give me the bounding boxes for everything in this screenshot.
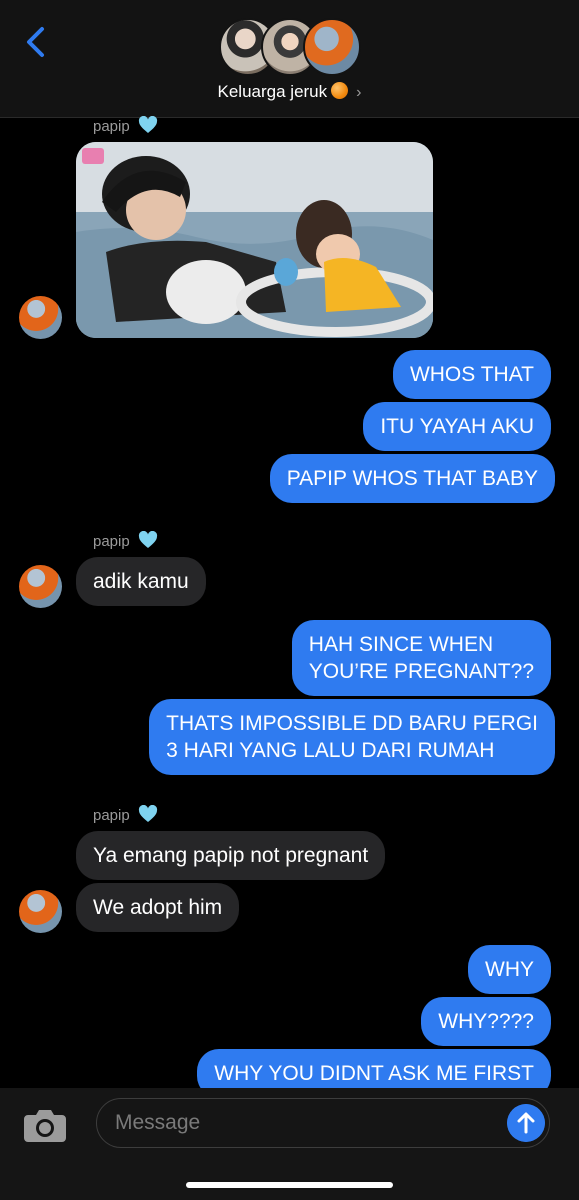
message-line: THATS IMPOSSIBLE DD BARU PERGI bbox=[166, 712, 538, 735]
group-avatar bbox=[303, 18, 361, 76]
sender-name: papip bbox=[93, 118, 130, 135]
camera-icon[interactable] bbox=[22, 1105, 68, 1145]
outgoing-message[interactable]: WHOS THAT bbox=[392, 350, 551, 399]
chevron-right-icon: › bbox=[356, 84, 362, 101]
conversation-header: Keluarga jeruk › bbox=[0, 0, 579, 118]
blue-heart-icon bbox=[138, 116, 157, 133]
home-indicator[interactable] bbox=[186, 1182, 393, 1188]
sender-name: papip bbox=[93, 807, 130, 824]
sender-label: papip bbox=[93, 805, 158, 824]
sender-avatar[interactable] bbox=[19, 296, 62, 339]
outgoing-message[interactable]: WHY bbox=[468, 945, 551, 994]
outgoing-message[interactable]: WHY???? bbox=[421, 997, 551, 1046]
orange-emoji-icon bbox=[331, 82, 349, 99]
outgoing-message[interactable]: THATS IMPOSSIBLE DD BARU PERGI 3 HARI YA… bbox=[149, 699, 555, 775]
sender-label: papip bbox=[93, 116, 158, 135]
photo-attachment[interactable] bbox=[76, 142, 433, 338]
group-name: Keluarga jeruk bbox=[217, 82, 328, 101]
outgoing-message[interactable]: HAH SINCE WHEN YOU’RE PREGNANT?? bbox=[291, 620, 551, 696]
incoming-message[interactable]: adik kamu bbox=[76, 557, 206, 606]
outgoing-message[interactable]: ITU YAYAH AKU bbox=[363, 402, 551, 451]
sender-avatar[interactable] bbox=[19, 890, 62, 933]
sender-avatar[interactable] bbox=[19, 565, 62, 608]
blue-heart-icon bbox=[138, 805, 157, 822]
sender-label: papip bbox=[93, 531, 158, 550]
outgoing-message[interactable]: PAPIP WHOS THAT BABY bbox=[269, 454, 555, 503]
send-arrow-icon[interactable] bbox=[507, 1104, 545, 1142]
group-avatars[interactable] bbox=[219, 18, 361, 78]
message-line: YOU’RE PREGNANT?? bbox=[308, 660, 534, 683]
message-field bbox=[96, 1098, 550, 1148]
incoming-message[interactable]: Ya emang papip not pregnant bbox=[76, 831, 386, 880]
incoming-message[interactable]: We adopt him bbox=[76, 883, 240, 932]
blue-heart-icon bbox=[138, 531, 157, 548]
back-chevron-icon[interactable] bbox=[18, 22, 58, 62]
message-line: HAH SINCE WHEN bbox=[308, 633, 494, 656]
photo-image bbox=[76, 142, 433, 338]
sender-name: papip bbox=[93, 533, 130, 550]
group-title[interactable]: Keluarga jeruk › bbox=[0, 82, 579, 102]
message-input[interactable] bbox=[115, 1099, 495, 1146]
message-line: 3 HARI YANG LALU DARI RUMAH bbox=[166, 739, 495, 762]
